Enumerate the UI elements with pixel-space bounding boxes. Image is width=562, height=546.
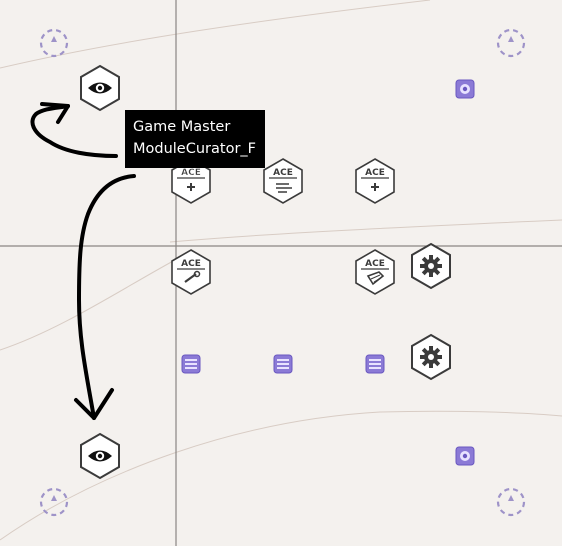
unit-marker-icon[interactable] bbox=[365, 354, 385, 374]
ace-wind-icon[interactable]: ACE bbox=[263, 158, 303, 204]
tooltip-line2: ModuleCurator_F bbox=[133, 141, 256, 157]
svg-text:ACE: ACE bbox=[273, 168, 293, 178]
ace-hand-icon[interactable]: ACE bbox=[355, 249, 395, 295]
eye-icon[interactable] bbox=[80, 433, 120, 479]
svg-text:ACE: ACE bbox=[181, 259, 201, 269]
tooltip: Game Master ModuleCurator_F bbox=[125, 110, 265, 168]
respawn-marker-icon[interactable] bbox=[496, 487, 526, 517]
respawn-marker-icon[interactable] bbox=[39, 487, 69, 517]
map-canvas[interactable]: ACE ACE ACE ACE ACE bbox=[0, 0, 562, 546]
tooltip-line1: Game Master bbox=[133, 119, 231, 135]
respawn-marker-icon[interactable] bbox=[496, 28, 526, 58]
svg-text:ACE: ACE bbox=[365, 168, 385, 178]
svg-text:ACE: ACE bbox=[365, 259, 385, 269]
gear-icon[interactable] bbox=[411, 243, 451, 289]
ace-medical-icon[interactable]: ACE bbox=[355, 158, 395, 204]
arrow-icon bbox=[30, 102, 118, 158]
ace-repair-icon[interactable]: ACE bbox=[171, 249, 211, 295]
unit-marker-icon[interactable] bbox=[273, 354, 293, 374]
arrow-icon bbox=[74, 174, 136, 420]
unit-marker-icon[interactable] bbox=[455, 446, 475, 466]
svg-text:ACE: ACE bbox=[181, 168, 201, 178]
unit-marker-icon[interactable] bbox=[181, 354, 201, 374]
respawn-marker-icon[interactable] bbox=[39, 28, 69, 58]
eye-icon[interactable] bbox=[80, 65, 120, 111]
unit-marker-icon[interactable] bbox=[455, 79, 475, 99]
gear-icon[interactable] bbox=[411, 334, 451, 380]
